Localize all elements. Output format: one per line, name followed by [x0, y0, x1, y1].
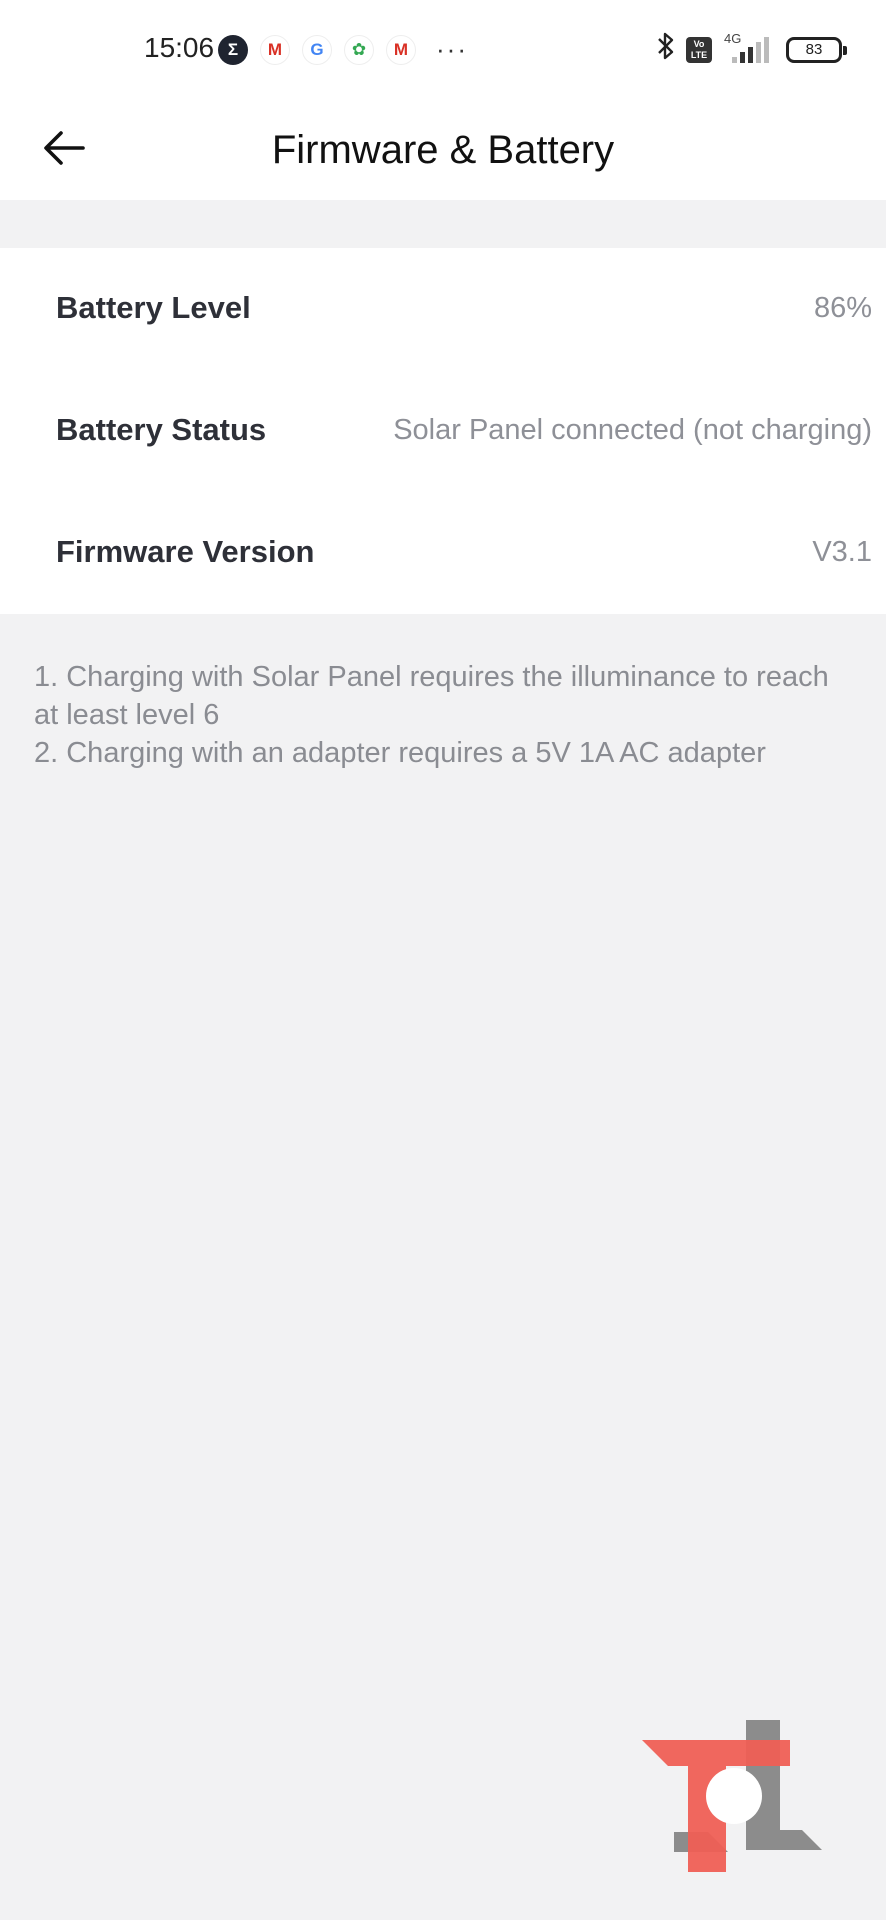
sigma-icon: Σ [218, 34, 248, 65]
note-item: 2. Charging with an adapter requires a 5… [34, 737, 766, 769]
gmail-icon: M [386, 34, 416, 65]
battery-status-value: Solar Panel connected (not charging) [393, 414, 872, 446]
arrow-left-icon [44, 131, 85, 165]
volte-icon: Vo LTE [686, 36, 712, 63]
firmware-version-value: V3.1 [812, 536, 872, 568]
charging-notes: 1. Charging with Solar Panel requires th… [34, 658, 854, 772]
status-bar: 15:06 Σ M G ✿ M ··· Vo LTE 4G 83 [0, 0, 886, 100]
status-right: Vo LTE 4G 83 [656, 30, 847, 69]
google-icon: G [302, 34, 332, 65]
signal-icon: 4G [722, 31, 776, 67]
battery-level-value: 86% [813, 292, 872, 324]
firmware-version-label: Firmware Version [56, 534, 315, 569]
battery-level-row: Battery Level 86% [0, 248, 886, 368]
more-notifications-icon: ··· [436, 34, 468, 64]
gmail-icon: M [260, 34, 290, 65]
globe-icon: ✿ [344, 34, 374, 65]
page-title: Firmware & Battery [271, 127, 615, 172]
notification-icons: Σ M G ✿ M ··· [218, 34, 468, 65]
battery-percent: 83 [805, 41, 823, 58]
app-header: Firmware & Battery [0, 100, 886, 200]
info-card: Battery Level 86% Battery Status Solar P… [0, 248, 886, 614]
firmware-version-row: Firmware Version V3.1 [0, 492, 886, 612]
note-item: 1. Charging with Solar Panel requires th… [34, 661, 829, 731]
watermark-logo [642, 1720, 826, 1872]
battery-status-row: Battery Status Solar Panel connected (no… [0, 370, 886, 490]
status-time: 15:06 [144, 32, 215, 63]
back-button[interactable] [36, 120, 92, 176]
battery-level-label: Battery Level [56, 290, 251, 325]
bluetooth-icon [656, 30, 676, 69]
battery-icon: 83 [786, 36, 847, 63]
battery-status-label: Battery Status [56, 412, 267, 447]
